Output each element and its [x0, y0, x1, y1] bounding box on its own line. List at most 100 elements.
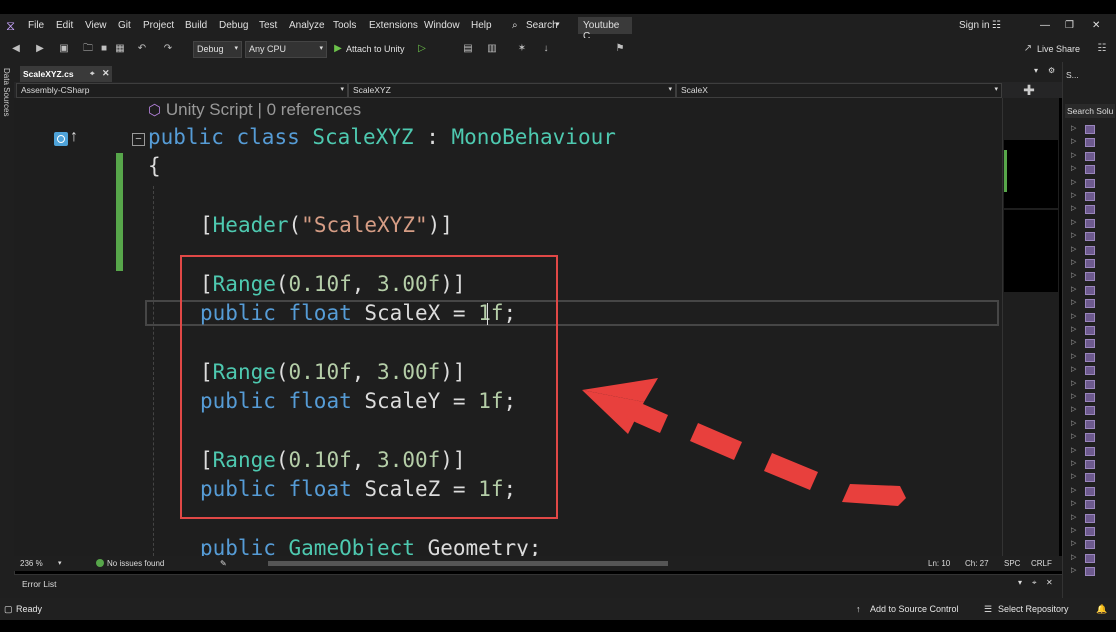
line-ending[interactable]: CRLF	[1031, 559, 1052, 568]
solution-search-input[interactable]: Search Solu	[1065, 104, 1115, 118]
solution-tree-item[interactable]: ▷	[1071, 352, 1113, 363]
expand-icon[interactable]: ▷	[1071, 218, 1076, 226]
expand-icon[interactable]: ▷	[1071, 298, 1076, 306]
solution-tree-item[interactable]: ▷	[1071, 405, 1113, 416]
project-icon	[1085, 527, 1095, 536]
close-icon[interactable]: ✕	[1046, 578, 1053, 587]
solution-tree-item[interactable]: ▷	[1071, 499, 1113, 510]
line-number: Ln: 10	[928, 559, 951, 568]
expand-icon[interactable]: ▷	[1071, 191, 1076, 199]
issues-status[interactable]: No issues found	[107, 559, 164, 568]
expand-icon[interactable]: ▷	[1071, 472, 1076, 480]
project-icon	[1085, 406, 1095, 416]
expand-icon[interactable]: ▷	[1071, 419, 1076, 427]
expand-icon[interactable]: ▷	[1071, 499, 1076, 507]
project-icon	[1085, 433, 1095, 443]
horizontal-scrollbar[interactable]	[268, 561, 668, 566]
expand-icon[interactable]: ▷	[1071, 526, 1076, 534]
solution-tree-item[interactable]: ▷	[1071, 271, 1113, 282]
expand-icon[interactable]: ▷	[1071, 392, 1076, 400]
solution-tree-item[interactable]: ▷	[1071, 218, 1113, 229]
project-icon	[1085, 553, 1095, 563]
expand-icon[interactable]: ▷	[1071, 446, 1076, 454]
notifications-icon[interactable]: 🔔	[1096, 604, 1107, 615]
project-icon	[1085, 446, 1095, 456]
solution-tree-item[interactable]: ▷	[1071, 151, 1113, 162]
project-icon	[1085, 245, 1095, 255]
project-icon	[1085, 419, 1095, 429]
expand-icon[interactable]: ▷	[1071, 338, 1076, 346]
column-number: Ch: 27	[965, 559, 989, 568]
up-arrow-icon: ↑	[856, 604, 861, 614]
solution-tree-item[interactable]: ▷	[1071, 392, 1113, 403]
expand-icon[interactable]: ▷	[1071, 486, 1076, 494]
solution-tree-item[interactable]: ▷	[1071, 419, 1113, 430]
solution-tree-item[interactable]: ▷	[1071, 365, 1113, 376]
brush-icon[interactable]: ✎	[220, 559, 227, 568]
expand-icon[interactable]: ▷	[1071, 204, 1076, 212]
expand-icon[interactable]: ▷	[1071, 285, 1076, 293]
solution-tree-item[interactable]: ▷	[1071, 245, 1113, 256]
solution-tree-item[interactable]: ▷	[1071, 124, 1113, 135]
solution-tree-item[interactable]: ▷	[1071, 231, 1113, 242]
solution-tree-item[interactable]: ▷	[1071, 459, 1113, 470]
solution-tree-item[interactable]: ▷	[1071, 566, 1113, 577]
solution-tree-item[interactable]: ▷	[1071, 526, 1113, 537]
expand-icon[interactable]: ▷	[1071, 352, 1076, 360]
project-icon	[1085, 339, 1095, 349]
expand-icon[interactable]: ▷	[1071, 513, 1076, 521]
expand-icon[interactable]: ▷	[1071, 566, 1076, 574]
expand-icon[interactable]: ▷	[1071, 151, 1076, 159]
solution-tree-item[interactable]: ▷	[1071, 312, 1113, 323]
expand-icon[interactable]: ▷	[1071, 405, 1076, 413]
select-repository-button[interactable]: Select Repository	[998, 604, 1069, 614]
expand-icon[interactable]: ▷	[1071, 539, 1076, 547]
project-icon	[1085, 299, 1095, 309]
solution-tree-item[interactable]: ▷	[1071, 298, 1113, 309]
expand-icon[interactable]: ▷	[1071, 164, 1076, 172]
project-icon	[1085, 192, 1095, 201]
solution-tree-item[interactable]: ▷	[1071, 325, 1113, 336]
expand-icon[interactable]: ▷	[1071, 432, 1076, 440]
add-to-source-control-button[interactable]: Add to Source Control	[870, 604, 959, 614]
solution-tree-item[interactable]: ▷	[1071, 258, 1113, 269]
expand-icon[interactable]: ▷	[1071, 325, 1076, 333]
solution-tree-item[interactable]: ▷	[1071, 539, 1113, 550]
solution-tree-item[interactable]: ▷	[1071, 338, 1113, 349]
solution-tree-item[interactable]: ▷	[1071, 204, 1113, 215]
solution-tree-item[interactable]: ▷	[1071, 472, 1113, 483]
whitespace-mode[interactable]: SPC	[1004, 559, 1020, 568]
solution-tree-item[interactable]: ▷	[1071, 446, 1113, 457]
expand-icon[interactable]: ▷	[1071, 124, 1076, 132]
expand-icon[interactable]: ▷	[1071, 245, 1076, 253]
zoom-level[interactable]: 236 %	[20, 559, 43, 568]
expand-icon[interactable]: ▷	[1071, 271, 1076, 279]
solution-tree-item[interactable]: ▷	[1071, 379, 1113, 390]
solution-explorer-title[interactable]: S...	[1066, 70, 1079, 80]
solution-tree-item[interactable]: ▷	[1071, 178, 1113, 189]
solution-tree-item[interactable]: ▷	[1071, 137, 1113, 148]
expand-icon[interactable]: ▷	[1071, 553, 1076, 561]
pin-icon[interactable]: ⌖	[1032, 578, 1037, 588]
project-icon	[1085, 232, 1095, 242]
solution-tree-item[interactable]: ▷	[1071, 285, 1113, 296]
solution-tree-item[interactable]: ▷	[1071, 432, 1113, 443]
expand-icon[interactable]: ▷	[1071, 365, 1076, 373]
solution-tree-item[interactable]: ▷	[1071, 553, 1113, 564]
chevron-down-icon[interactable]: ▾	[58, 559, 62, 567]
expand-icon[interactable]: ▷	[1071, 258, 1076, 266]
expand-icon[interactable]: ▷	[1071, 312, 1076, 320]
expand-icon[interactable]: ▷	[1071, 379, 1076, 387]
solution-tree-item[interactable]: ▷	[1071, 164, 1113, 175]
project-icon	[1085, 567, 1095, 577]
solution-tree-item[interactable]: ▷	[1071, 513, 1113, 524]
expand-icon[interactable]: ▷	[1071, 137, 1076, 145]
project-icon	[1085, 379, 1095, 389]
solution-tree-item[interactable]: ▷	[1071, 191, 1113, 202]
expand-icon[interactable]: ▷	[1071, 178, 1076, 186]
expand-icon[interactable]: ▷	[1071, 231, 1076, 239]
solution-tree-item[interactable]: ▷	[1071, 486, 1113, 497]
expand-icon[interactable]: ▷	[1071, 459, 1076, 467]
error-list-title[interactable]: Error List	[22, 579, 56, 589]
chevron-down-icon[interactable]: ▾	[1018, 578, 1022, 587]
